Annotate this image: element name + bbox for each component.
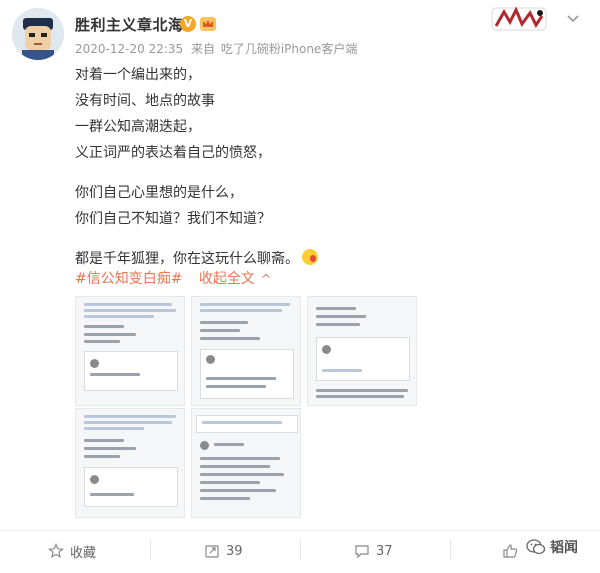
chevron-down-icon[interactable] (566, 14, 580, 24)
member-crown-icon (200, 17, 216, 31)
star-icon (48, 543, 64, 559)
post-image[interactable] (75, 296, 185, 406)
collapse-button[interactable]: 收起全文 ^ (199, 271, 271, 287)
post-line: 你们自己不知道？我们不知道？ (75, 211, 271, 227)
repost-button[interactable]: 39 (204, 536, 243, 566)
post-image[interactable] (307, 296, 417, 406)
post-line: 没有时间、地点的故事 (75, 93, 215, 109)
shocked-face-emoji-icon (302, 249, 318, 265)
post-line: 一群公知高潮迭起， (75, 119, 201, 135)
thumbs-up-icon (503, 544, 518, 558)
comment-icon (355, 545, 369, 559)
watermark-text: 韬闻 (550, 540, 578, 556)
post-meta: 2020-12-20 22:35 来自 吃了几碗粉iPhone客户端 (75, 40, 357, 57)
post-line: 你们自己心里想的是什么， (75, 185, 243, 201)
favorite-label: 收藏 (70, 545, 97, 561)
post-image[interactable] (191, 408, 301, 518)
caret-up-icon: ^ (260, 272, 271, 286)
like-button[interactable] (502, 536, 524, 566)
source-prefix: 来自 (190, 42, 215, 56)
hashtag-link[interactable]: #信公知变白痴# (75, 271, 182, 287)
collapse-label: 收起全文 (198, 271, 255, 287)
brand-sticker-icon (491, 6, 547, 31)
action-separator (450, 540, 451, 560)
cartoon-avatar-icon (12, 8, 64, 60)
action-separator (150, 540, 151, 560)
watermark: 韬闻 (526, 537, 578, 557)
post-line: 都是千年狐狸，你在这玩什么聊斋。 (75, 251, 299, 267)
post-image[interactable] (191, 296, 301, 406)
post-line: 对着一个编出来的， (75, 67, 201, 83)
source-client[interactable]: 吃了几碗粉iPhone客户端 (221, 42, 358, 56)
favorite-button[interactable]: 收藏 (48, 536, 96, 566)
verified-v-icon: V (180, 16, 196, 32)
post-body: 对着一个编出来的， 没有时间、地点的故事 一群公知高潮迭起， 义正词严的表达着自… (75, 62, 575, 272)
weibo-post-card: 胜利主义章北海 V 2020-12-20 22:35 来自 吃了几碗粉iPhon… (0, 0, 600, 573)
post-line: 义正词严的表达着自己的愤怒， (75, 145, 271, 161)
repost-count: 39 (226, 543, 243, 559)
action-separator (300, 540, 301, 560)
timestamp[interactable]: 2020-12-20 22:35 (75, 42, 183, 56)
repost-icon (205, 545, 219, 558)
tag-row: #信公知变白痴# 收起全文 ^ (75, 268, 271, 288)
avatar[interactable] (12, 8, 64, 60)
comment-button[interactable]: 37 (354, 536, 393, 566)
footer-divider (0, 530, 600, 531)
comment-count: 37 (376, 543, 393, 559)
wechat-icon (526, 539, 546, 555)
post-image[interactable] (75, 408, 185, 518)
username[interactable]: 胜利主义章北海 (75, 14, 184, 35)
